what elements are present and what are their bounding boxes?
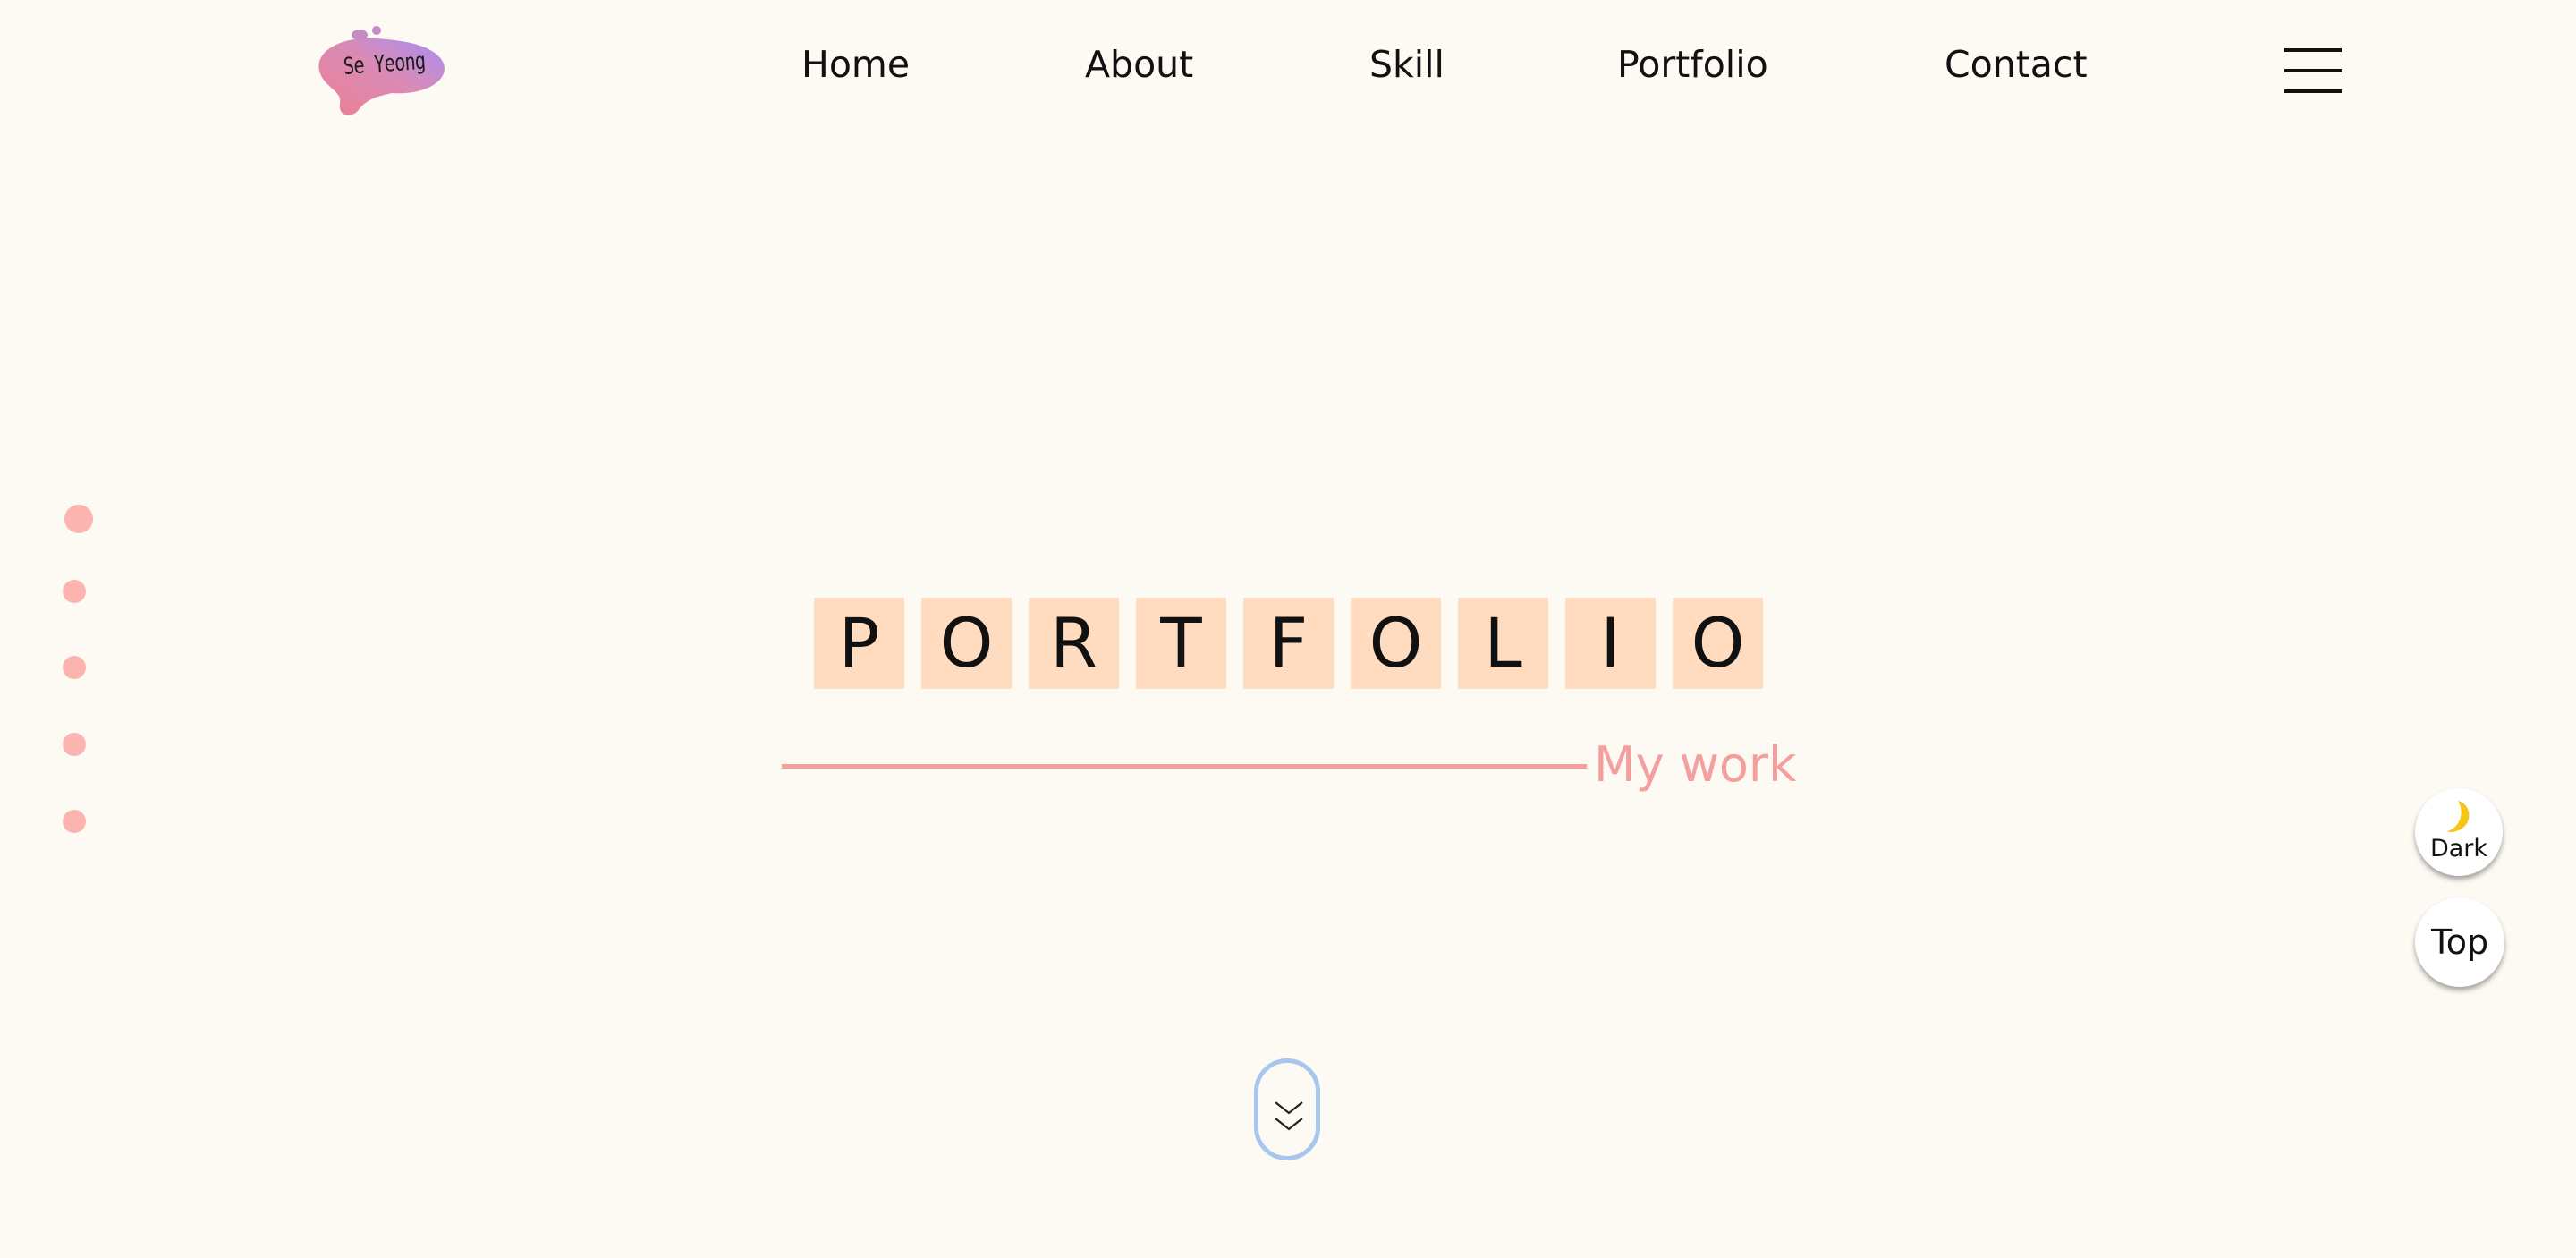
scroll-top-button[interactable]: Top [2415,897,2504,987]
title-letter-tile: I [1565,598,1656,689]
nav-home[interactable]: Home [801,39,910,89]
section-dot-3[interactable] [63,656,86,679]
dark-mode-label: Dark [2429,835,2488,863]
title-letter-tile: L [1458,598,1548,689]
nav-portfolio[interactable]: Portfolio [1617,39,1768,89]
nav-contact[interactable]: Contact [1945,39,2088,89]
nav-about[interactable]: About [1085,39,1193,89]
section-dot-1[interactable] [64,505,93,533]
scroll-down-button[interactable] [1254,1058,1320,1160]
title-letter-tile: R [1029,598,1119,689]
logo[interactable]: Se Yeong [315,21,449,120]
title-letter-tile: O [1351,598,1441,689]
double-chevron-down-icon [1275,1101,1303,1131]
title-letter-tile: F [1243,598,1334,689]
subtitle: My work [1594,736,1797,793]
title-letter-tile: O [921,598,1012,689]
page: Se Yeong Home About Skill Portfolio Cont… [0,0,2576,1258]
scroll-top-label: Top [2430,922,2489,962]
title-letter-tile: T [1136,598,1226,689]
moon-icon [2447,801,2470,832]
dark-mode-button[interactable]: Dark [2415,788,2503,876]
nav-skill[interactable]: Skill [1369,39,1445,89]
section-dot-4[interactable] [63,733,86,756]
section-dot-5[interactable] [63,810,86,833]
title-letter-tile: O [1673,598,1763,689]
hamburger-menu-icon[interactable] [2283,45,2343,97]
section-dot-2[interactable] [63,580,86,603]
title-letter-tile: P [814,598,904,689]
subtitle-line [782,764,1587,769]
logo-text: Se Yeong [342,47,427,81]
